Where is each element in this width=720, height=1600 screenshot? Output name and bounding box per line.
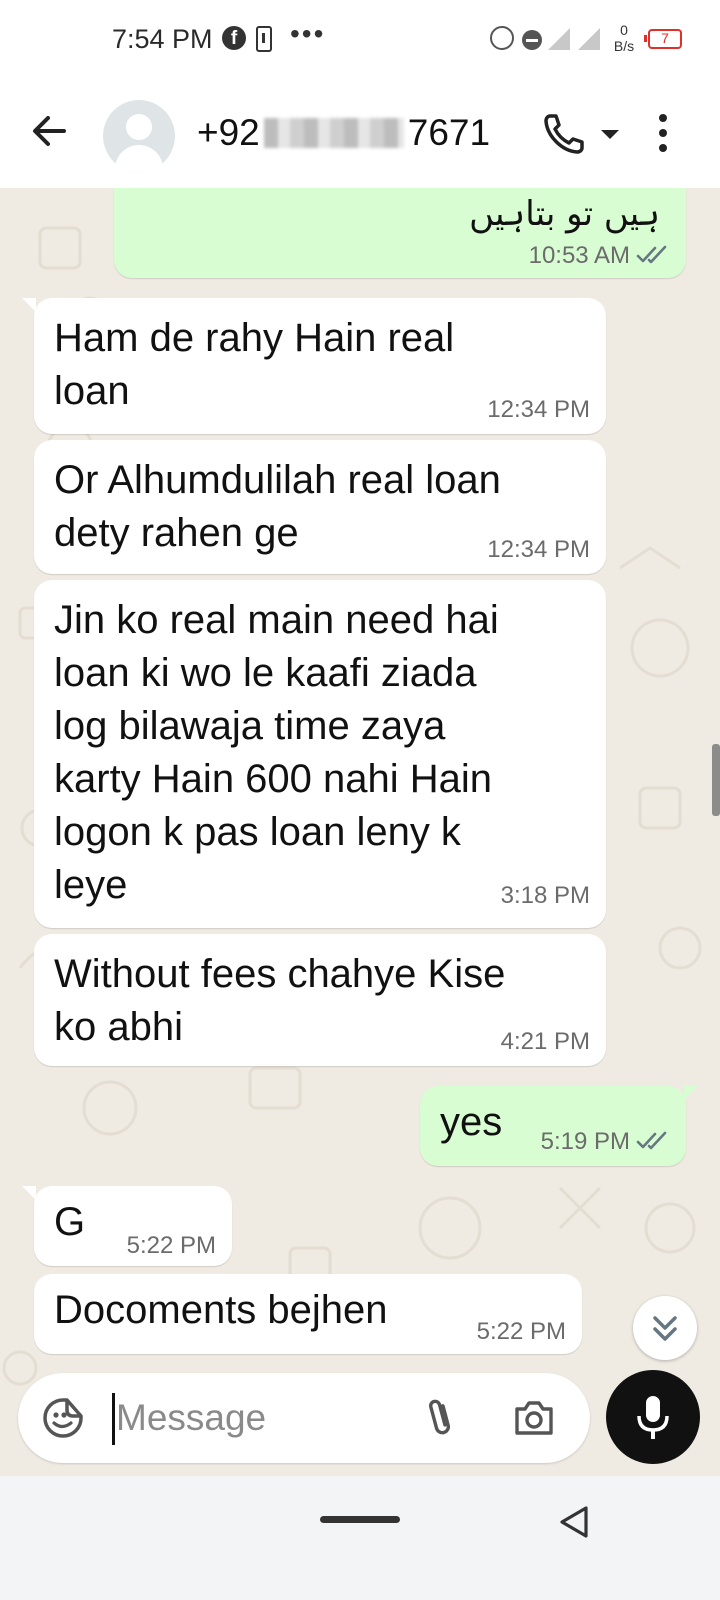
more-menu-button[interactable] — [656, 114, 670, 156]
microphone-icon — [637, 1396, 669, 1439]
message-time: 5:22 PM — [126, 1232, 216, 1259]
bubble-tail — [684, 1086, 698, 1100]
phone-icon — [544, 114, 584, 154]
scroll-to-bottom-button[interactable] — [633, 1296, 697, 1360]
avatar[interactable] — [103, 100, 175, 172]
message-text: Jin ko real main need hai loan ki wo le … — [54, 594, 499, 912]
paperclip-icon — [429, 1399, 451, 1435]
message-text: yes — [440, 1100, 503, 1144]
more-notifications-icon: ••• — [290, 18, 326, 49]
redacted-number — [263, 118, 404, 148]
message-time: 3:18 PM — [500, 882, 590, 909]
message-bubble-incoming[interactable]: Ham de rahy Hain real loan 12:34 PM — [22, 298, 606, 434]
message-bubble-outgoing[interactable]: ہیں تو بتاہیں 10:53 AM — [114, 188, 686, 278]
message-bubble-incoming[interactable]: G 5:22 PM — [22, 1186, 232, 1266]
message-time: 12:34 PM — [487, 536, 590, 563]
double-chevron-down-icon — [653, 1316, 677, 1341]
more-vert-icon — [659, 114, 667, 122]
message-text: Without fees chahye Kise ko abhi — [54, 948, 505, 1054]
bubble-tail — [22, 1186, 36, 1200]
more-vert-dot — [659, 144, 667, 152]
message-bubble-incoming[interactable]: Jin ko real main need hai loan ki wo le … — [34, 580, 606, 928]
nav-back-button[interactable] — [556, 1504, 592, 1540]
contact-suffix: 7671 — [407, 112, 491, 153]
text-cursor — [112, 1393, 115, 1445]
message-time: 4:21 PM — [500, 1028, 590, 1055]
attach-button[interactable] — [420, 1395, 460, 1441]
chevron-down-icon[interactable] — [601, 130, 619, 139]
message-line: leye — [54, 863, 128, 907]
avatar-body — [115, 145, 163, 172]
voice-record-button[interactable] — [606, 1370, 700, 1464]
message-line: log bilawaja time zaya — [54, 704, 446, 748]
status-time: 7:54 PM — [112, 24, 213, 54]
camera-icon — [515, 1401, 553, 1435]
emoji-button[interactable] — [42, 1397, 84, 1439]
net-speed-value: 0 — [620, 22, 628, 38]
message-bubble-outgoing[interactable]: yes 5:19 PM — [420, 1086, 698, 1166]
system-nav-bar — [0, 1476, 720, 1600]
message-bubble-incoming[interactable]: Docoments bejhen 5:22 PM — [34, 1274, 582, 1354]
phone-storage-icon — [256, 26, 272, 52]
double-check-icon — [636, 245, 667, 264]
double-check-icon — [636, 1131, 667, 1150]
chat-header: +92 7671 — [0, 80, 720, 188]
message-time: 12:34 PM — [487, 396, 590, 423]
message-line: Jin ko real main need hai — [54, 598, 499, 642]
net-speed: 0 B/s — [608, 22, 640, 54]
message-bubble-incoming[interactable]: Or Alhumdulilah real loan dety rahen ge … — [34, 440, 606, 574]
camera-button[interactable] — [512, 1397, 556, 1439]
avatar-placeholder-icon — [126, 114, 152, 140]
status-bar: 7:54 PM f ••• 0 B/s 7 — [0, 0, 720, 80]
message-line: Without fees chahye Kise — [54, 952, 506, 996]
message-time-text: 5:19 PM — [540, 1128, 630, 1155]
facebook-icon: f — [222, 26, 246, 50]
dnd-icon — [522, 30, 542, 50]
contact-name[interactable]: +92 7671 — [197, 112, 490, 154]
battery-icon: 7 — [644, 29, 682, 49]
message-line: dety rahen ge — [54, 511, 299, 555]
message-text: ہیں تو بتاہیں — [469, 194, 660, 234]
message-line: logon k pas loan leny k — [54, 810, 461, 854]
message-line: loan — [54, 369, 130, 413]
net-speed-unit: B/s — [613, 38, 635, 54]
more-vert-dot — [659, 129, 667, 137]
message-bubble-incoming[interactable]: Without fees chahye Kise ko abhi 4:21 PM — [34, 934, 606, 1066]
message-text: G — [54, 1200, 86, 1244]
message-text: Ham de rahy Hain real loan — [54, 312, 454, 418]
message-time: 5:19 PM — [541, 1128, 670, 1156]
chat-area[interactable]: ہیں تو بتاہیں 10:53 AM Ham de rahy Hain … — [0, 188, 720, 1476]
sticker-emoji-icon — [43, 1398, 83, 1438]
message-input[interactable] — [116, 1391, 416, 1445]
alarm-icon — [490, 26, 514, 50]
message-line: Or Alhumdulilah real loan — [54, 458, 501, 502]
message-time: 5:22 PM — [476, 1318, 566, 1345]
back-arrow-icon — [33, 116, 66, 146]
message-line: Ham de rahy Hain real — [54, 316, 455, 360]
message-line: ko abhi — [54, 1005, 183, 1049]
message-text: Or Alhumdulilah real loan dety rahen ge — [54, 454, 501, 560]
message-line: karty Hain 600 nahi Hain — [54, 757, 493, 801]
bubble-tail — [22, 298, 36, 312]
call-button[interactable] — [540, 110, 588, 158]
message-time-text: 10:53 AM — [528, 242, 630, 269]
signal-icon — [578, 28, 600, 50]
message-line: loan ki wo le kaafi ziada — [54, 651, 477, 695]
home-pill-icon[interactable] — [320, 1516, 400, 1523]
contact-prefix: +92 — [197, 112, 260, 153]
message-text: Docoments bejhen — [54, 1288, 388, 1332]
message-composer — [18, 1373, 590, 1463]
scrollbar-thumb[interactable] — [712, 744, 720, 816]
back-triangle-icon — [560, 1506, 588, 1538]
back-button[interactable] — [24, 106, 74, 156]
message-time: 10:53 AM — [529, 242, 670, 270]
signal-icon — [548, 28, 570, 50]
